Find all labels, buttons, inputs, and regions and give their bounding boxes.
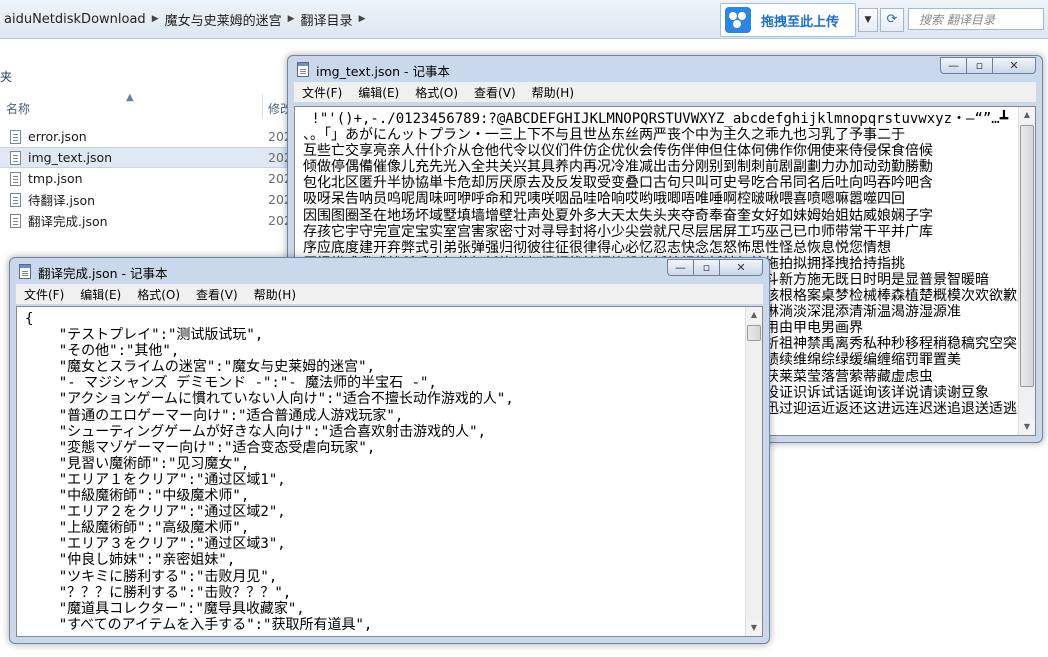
minimize-button[interactable]: — — [667, 259, 693, 276]
menu-file[interactable]: 文件(F) — [294, 84, 350, 101]
maximize-button[interactable]: ▫ — [693, 259, 719, 276]
text-editor[interactable]: { "テストプレイ":"测试版试玩", "その他":"其他", "魔女とスライム… — [16, 306, 763, 637]
minimize-button[interactable]: — — [940, 57, 966, 74]
menu-view[interactable]: 查看(V) — [188, 286, 246, 303]
file-item-to-translate[interactable]: 待翻译.json 202 — [0, 189, 292, 210]
explorer-address-bar: aiduNetdiskDownload ▶ 魔女与史莱姆的迷宫 ▶ 翻译目录 ▶… — [0, 0, 1048, 39]
upload-label: 拖拽至此上传 — [761, 14, 840, 30]
json-file-icon — [10, 129, 21, 144]
scroll-thumb[interactable] — [747, 325, 761, 341]
breadcrumb-separator-icon[interactable]: ▶ — [286, 14, 297, 24]
scroll-thumb[interactable] — [1020, 125, 1034, 387]
menu-help[interactable]: 帮助(H) — [524, 84, 582, 101]
file-name: 待翻译.json — [28, 193, 96, 208]
file-item-error[interactable]: error.json 202 — [0, 126, 292, 147]
editor-text[interactable]: { "テストプレイ":"测试版试玩", "その他":"其他", "魔女とスライム… — [25, 311, 514, 633]
cloud-logo-icon — [725, 7, 751, 33]
file-item-img-text[interactable]: img_text.json 202 — [0, 147, 292, 168]
close-button[interactable]: ✕ — [992, 57, 1036, 74]
upload-button[interactable]: 拖拽至此上传 — [720, 3, 856, 37]
notepad-window-translated: 翻译完成.json - 记事本 — ▫ ✕ 文件(F) 编辑(E) 格式(O) … — [9, 257, 770, 644]
notepad-icon — [297, 62, 309, 77]
close-button[interactable]: ✕ — [719, 259, 763, 276]
file-list: error.json 202 img_text.json 202 tmp.jso… — [0, 126, 292, 231]
maximize-button[interactable]: ▫ — [966, 57, 992, 74]
titlebar[interactable]: 翻译完成.json - 记事本 — ▫ ✕ — [10, 258, 769, 284]
menu-file[interactable]: 文件(F) — [16, 286, 72, 303]
breadcrumb-separator-icon[interactable]: ▶ — [357, 14, 368, 24]
scroll-down-icon[interactable]: ▼ — [1019, 419, 1035, 435]
notepad-icon — [19, 264, 31, 279]
json-file-icon — [10, 213, 21, 228]
file-item-translated[interactable]: 翻译完成.json 202 — [0, 210, 292, 231]
file-item-tmp[interactable]: tmp.json 202 — [0, 168, 292, 189]
refresh-icon[interactable]: ⟳ — [880, 8, 904, 32]
menu-view[interactable]: 查看(V) — [466, 84, 524, 101]
folder-pane-label: 夹 — [0, 70, 13, 84]
column-header-name[interactable]: 名称 — [6, 100, 30, 117]
menu-bar: 文件(F) 编辑(E) 格式(O) 查看(V) 帮助(H) — [294, 82, 1036, 102]
file-name: img_text.json — [28, 150, 113, 165]
menu-help[interactable]: 帮助(H) — [246, 286, 304, 303]
vertical-scrollbar[interactable]: ▲ ▼ — [1018, 107, 1035, 435]
breadcrumb-item-2[interactable]: 魔女与史莱姆的迷宫 — [161, 10, 286, 29]
sort-up-icon: ▲ — [126, 92, 134, 103]
window-title: 翻译完成.json - 记事本 — [38, 266, 168, 281]
titlebar[interactable]: img_text.json - 记事本 — ▫ ✕ — [288, 56, 1042, 82]
scroll-up-icon[interactable]: ▲ — [1019, 107, 1035, 123]
column-divider[interactable] — [262, 94, 263, 118]
address-dropdown-icon[interactable]: ▼ — [858, 8, 878, 32]
breadcrumb[interactable]: aiduNetdiskDownload ▶ 魔女与史莱姆的迷宫 ▶ 翻译目录 ▶ — [0, 7, 367, 31]
scroll-down-icon[interactable]: ▼ — [746, 620, 762, 636]
file-name: tmp.json — [28, 171, 83, 186]
menu-format[interactable]: 格式(O) — [129, 286, 188, 303]
menu-bar: 文件(F) 编辑(E) 格式(O) 查看(V) 帮助(H) — [16, 284, 763, 304]
breadcrumb-item-1[interactable]: aiduNetdiskDownload — [0, 12, 150, 27]
json-file-icon — [10, 171, 21, 186]
menu-edit[interactable]: 编辑(E) — [350, 84, 407, 101]
breadcrumb-separator-icon[interactable]: ▶ — [150, 14, 161, 24]
menu-edit[interactable]: 编辑(E) — [72, 286, 129, 303]
file-name: error.json — [28, 129, 87, 144]
window-title: img_text.json - 记事本 — [316, 64, 450, 79]
json-file-icon — [10, 150, 21, 165]
json-file-icon — [10, 192, 21, 207]
vertical-scrollbar[interactable]: ▲ ▼ — [745, 307, 762, 636]
scroll-up-icon[interactable]: ▲ — [746, 307, 762, 323]
search-input[interactable]: 搜索 翻译目录 — [908, 8, 1044, 30]
breadcrumb-item-3[interactable]: 翻译目录 — [297, 10, 357, 29]
file-name: 翻译完成.json — [28, 214, 108, 229]
menu-format[interactable]: 格式(O) — [407, 84, 466, 101]
